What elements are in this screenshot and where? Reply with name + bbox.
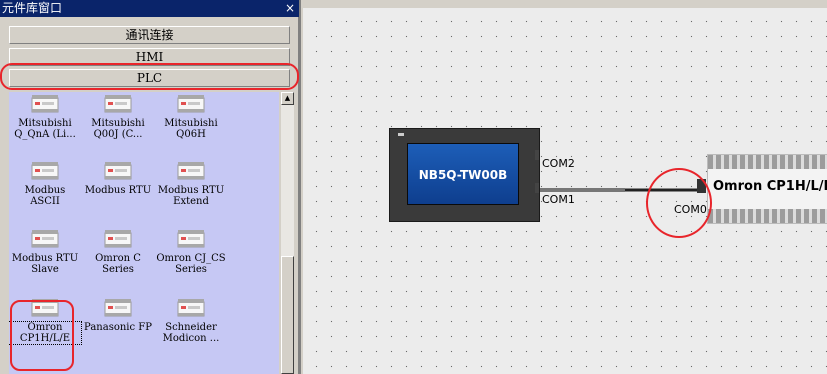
hmi-model-label: NB5Q-TW00B bbox=[407, 143, 519, 205]
plc-item[interactable]: Omron CJ_CS Series bbox=[155, 229, 227, 275]
plc-item-label: Mitsubishi Q06H bbox=[164, 118, 218, 140]
hmi-power-led bbox=[398, 133, 404, 136]
com1-port-icon[interactable] bbox=[535, 183, 539, 193]
category-communication[interactable]: 通讯连接 bbox=[9, 26, 290, 44]
plc-model-label: Omron CP1H/L/E bbox=[713, 179, 827, 194]
plc-item[interactable]: Modbus RTU Extend bbox=[155, 161, 227, 207]
plc-item-label: Schneider Modicon ... bbox=[162, 322, 220, 344]
plc-device-icon bbox=[177, 94, 205, 114]
plc-item[interactable]: Omron C Series bbox=[82, 229, 154, 275]
plc-item-label: Omron CJ_CS Series bbox=[156, 253, 226, 275]
com1-label: COM1 bbox=[542, 193, 575, 206]
com0-highlight-ring bbox=[646, 168, 712, 238]
scrollbar-thumb[interactable] bbox=[281, 256, 294, 374]
com2-label: COM2 bbox=[542, 157, 575, 170]
plc-item[interactable]: Mitsubishi Q06H bbox=[155, 94, 227, 140]
com2-port-icon[interactable] bbox=[535, 150, 539, 160]
plc-device-icon bbox=[177, 229, 205, 249]
plc-device[interactable]: Omron CP1H/L/E bbox=[707, 154, 827, 224]
plc-item-label: Panasonic FP bbox=[84, 322, 152, 333]
plc-terminal-strip-bottom bbox=[708, 209, 827, 223]
plc-device-icon bbox=[104, 229, 132, 249]
plc-item[interactable]: Mitsubishi Q00J (C... bbox=[82, 94, 154, 140]
hmi-device[interactable]: NB5Q-TW00B bbox=[389, 128, 540, 222]
plc-terminal-strip-top bbox=[708, 155, 827, 169]
plc-item-label: Modbus ASCII bbox=[24, 185, 66, 207]
plc-item-label: Modbus RTU Slave bbox=[11, 253, 79, 275]
plc-item-label: Omron C Series bbox=[95, 253, 141, 275]
plc-item[interactable]: Modbus RTU bbox=[82, 161, 154, 196]
plc-device-icon bbox=[31, 161, 59, 181]
plc-item-label: Mitsubishi Q_QnA (Li... bbox=[14, 118, 76, 140]
plc-device-icon bbox=[177, 298, 205, 318]
library-title: 元件库窗口 bbox=[2, 1, 63, 15]
plc-device-icon bbox=[177, 161, 205, 181]
scroll-up-icon[interactable]: ▲ bbox=[281, 92, 294, 105]
plc-device-icon bbox=[31, 229, 59, 249]
plc-item[interactable]: Modbus RTU Slave bbox=[9, 229, 81, 275]
plc-item[interactable]: Schneider Modicon ... bbox=[155, 298, 227, 344]
library-title-bar: 元件库窗口 × bbox=[0, 0, 299, 17]
plc-device-icon bbox=[31, 94, 59, 114]
selected-item-highlight-ring bbox=[10, 300, 74, 371]
item-scrollbar[interactable]: ▲ bbox=[280, 92, 294, 374]
plc-item[interactable]: Modbus ASCII bbox=[9, 161, 81, 207]
plc-device-icon bbox=[104, 161, 132, 181]
plc-item-label: Modbus RTU Extend bbox=[157, 185, 225, 207]
plc-device-icon bbox=[104, 298, 132, 318]
plc-device-icon bbox=[104, 94, 132, 114]
plc-highlight-ring bbox=[0, 63, 299, 90]
component-library-panel: 元件库窗口 × 通讯连接 HMI PLC Mitsubishi Q_QnA (L… bbox=[0, 0, 299, 374]
plc-item-label: Mitsubishi Q00J (C... bbox=[91, 118, 145, 140]
plc-item-label: Modbus RTU bbox=[84, 185, 152, 196]
plc-item[interactable]: Panasonic FP bbox=[82, 298, 154, 333]
close-icon[interactable]: × bbox=[285, 0, 295, 17]
plc-item[interactable]: Mitsubishi Q_QnA (Li... bbox=[9, 94, 81, 140]
